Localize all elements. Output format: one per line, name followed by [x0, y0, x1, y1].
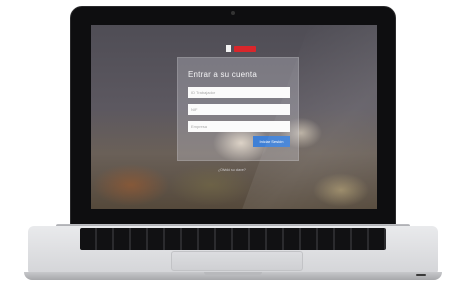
- laptop-mockup: Entrar a su cuenta Iniciar Sesión ¿Olvid…: [0, 0, 450, 288]
- brand-mark-icon: [226, 45, 231, 52]
- status-led-icon: [416, 274, 426, 276]
- keyboard: [80, 228, 386, 250]
- company-input[interactable]: [188, 121, 290, 132]
- laptop-keyboard-deck: [28, 226, 438, 274]
- brand-logo-icon: [234, 45, 256, 52]
- login-title: Entrar a su cuenta: [188, 70, 257, 79]
- trackpad: [171, 251, 303, 271]
- login-button[interactable]: Iniciar Sesión: [253, 136, 290, 147]
- lid-notch: [204, 272, 262, 275]
- laptop-lid: Entrar a su cuenta Iniciar Sesión ¿Olvid…: [70, 6, 396, 226]
- nif-input[interactable]: [188, 104, 290, 115]
- login-panel: Entrar a su cuenta Iniciar Sesión: [177, 57, 299, 161]
- laptop-screen: Entrar a su cuenta Iniciar Sesión ¿Olvid…: [91, 25, 377, 209]
- worker-id-input[interactable]: [188, 87, 290, 98]
- laptop-front-edge: [24, 272, 442, 280]
- forgot-password-link[interactable]: ¿Olvidó su clave?: [218, 168, 246, 172]
- brand: [226, 45, 256, 52]
